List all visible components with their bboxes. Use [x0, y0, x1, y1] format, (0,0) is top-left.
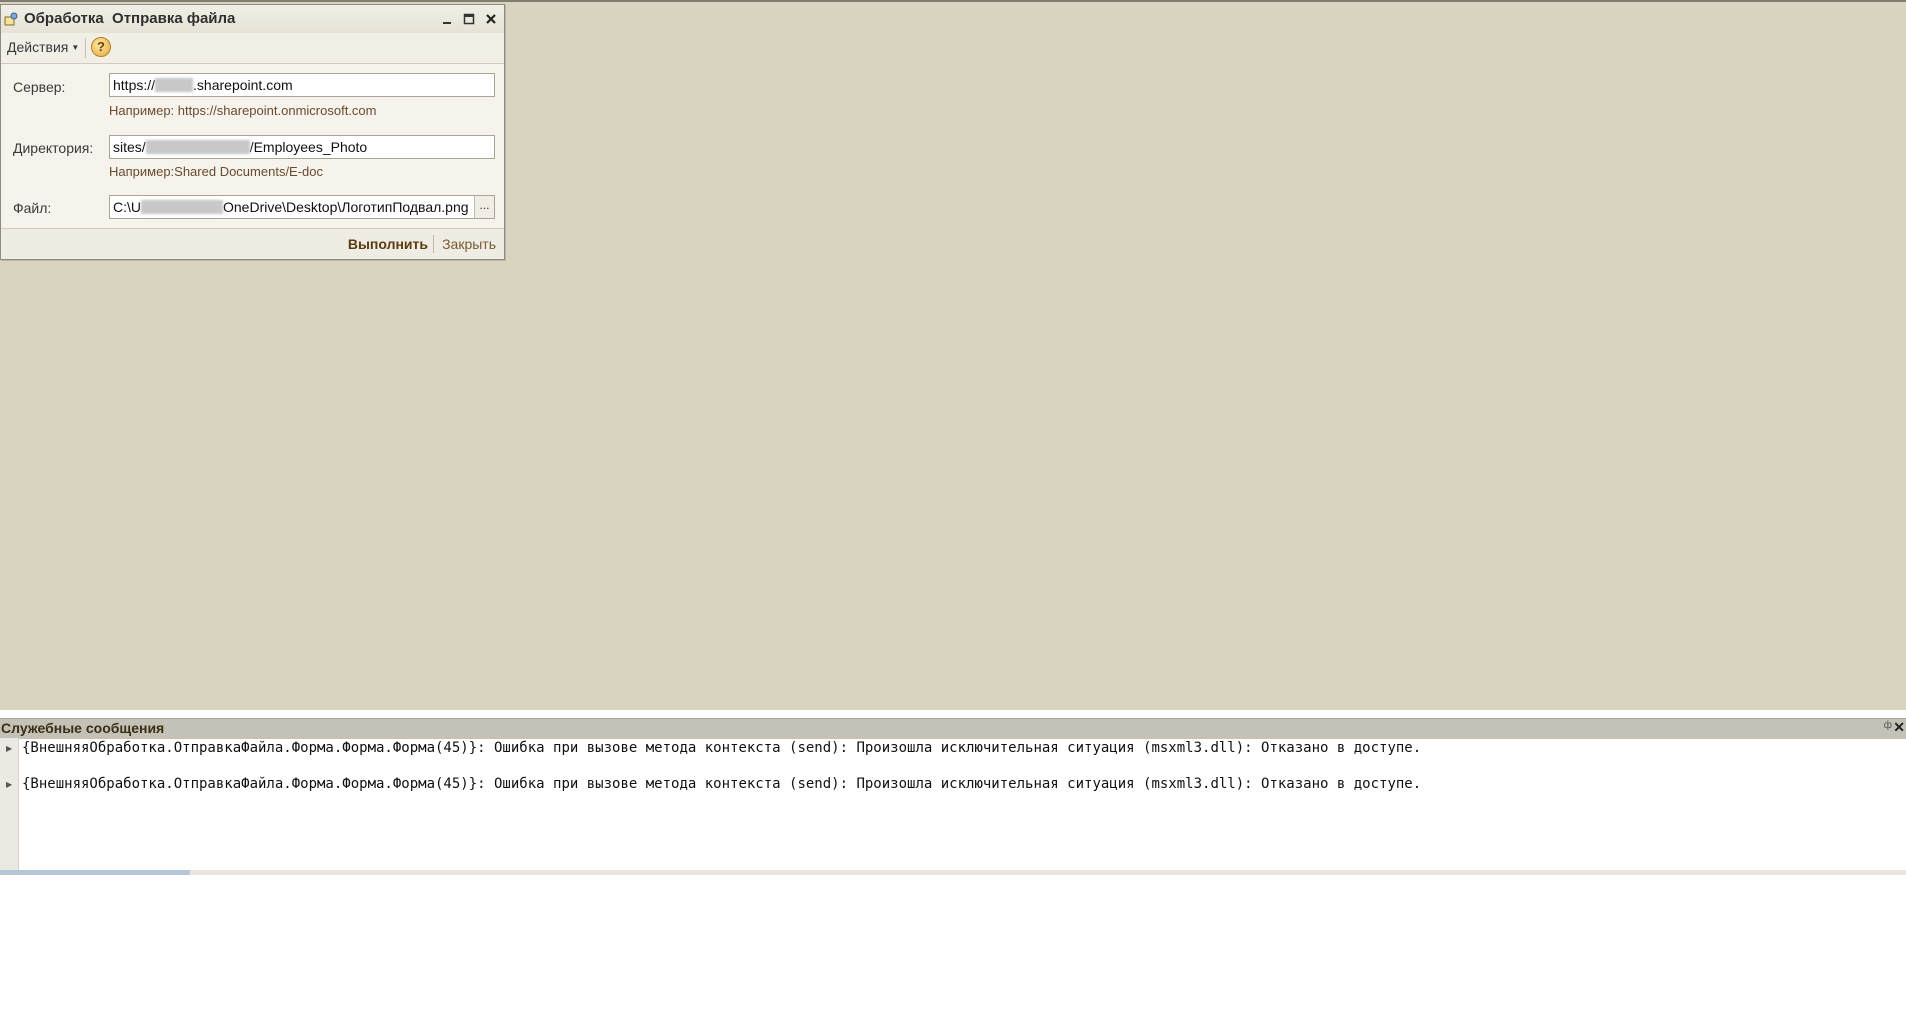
file-field[interactable]: C:\U OneDrive\Desktop\ЛоготипПодвал.png .…: [109, 195, 495, 219]
window-tab[interactable]: [0, 870, 190, 875]
redacted-region: [141, 200, 223, 214]
message-text: {ВнешняяОбработка.ОтправкаФайла.Форма.Фо…: [22, 740, 1422, 756]
close-button[interactable]: Закрыть: [442, 236, 496, 252]
main-workspace: Обработка Отправка файла Действия ▼ ? Сер…: [0, 0, 1906, 710]
messages-header: Служебные сообщения ф ✕: [0, 718, 1906, 739]
server-value-prefix: https://: [113, 77, 156, 93]
bottom-tab-strip: [0, 870, 1906, 875]
server-label: Сервер:: [13, 79, 66, 95]
messages-title: Служебные сообщения: [1, 720, 165, 736]
redacted-region: [155, 78, 194, 92]
help-button[interactable]: ?: [91, 37, 111, 57]
file-value-prefix: C:\U: [113, 199, 141, 215]
service-messages-panel: Служебные сообщения ф ✕ ▶ {ВнешняяОбрабо…: [0, 718, 1906, 870]
redacted-region: [145, 140, 250, 154]
file-label: Файл:: [13, 200, 52, 216]
directory-field[interactable]: sites/ /Employees_Photo: [109, 135, 495, 159]
minimize-icon[interactable]: [438, 11, 456, 27]
message-row[interactable]: ▶ {ВнешняяОбработка.ОтправкаФайла.Форма.…: [0, 776, 1906, 798]
actions-menu-label: Действия: [7, 39, 69, 55]
directory-hint: Например:Shared Documents/E-doc: [109, 164, 324, 179]
server-field[interactable]: https:// .sharepoint.com: [109, 73, 495, 97]
window-titlebar[interactable]: Обработка Отправка файла: [1, 5, 504, 34]
directory-value-prefix: sites/: [113, 139, 146, 155]
server-value-suffix: .sharepoint.com: [193, 77, 293, 93]
expand-arrow-icon[interactable]: ▶: [6, 744, 12, 753]
message-row[interactable]: ▶ {ВнешняяОбработка.ОтправкаФайла.Форма.…: [0, 740, 1906, 762]
actions-menu[interactable]: Действия ▼: [7, 39, 79, 55]
directory-value-suffix: /Employees_Photo: [249, 139, 368, 155]
close-icon[interactable]: ✕: [1893, 719, 1905, 736]
message-text: {ВнешняяОбработка.ОтправкаФайла.Форма.Фо…: [22, 776, 1422, 792]
chevron-down-icon: ▼: [71, 43, 80, 52]
server-hint: Например: https://sharepoint.onmicrosoft…: [109, 103, 377, 118]
window-title: Обработка Отправка файла: [24, 10, 236, 27]
run-button[interactable]: Выполнить: [348, 236, 428, 252]
form-footer: Выполнить Закрыть: [1, 228, 504, 259]
footer-divider: [433, 235, 434, 253]
processing-icon: [4, 12, 18, 26]
toolbar-divider: [85, 38, 86, 58]
file-value-suffix: OneDrive\Desktop\ЛоготипПодвал.png: [223, 199, 469, 215]
form-toolbar: Действия ▼ ?: [1, 33, 504, 64]
close-icon[interactable]: [482, 11, 500, 27]
pin-icon[interactable]: ф: [1884, 720, 1892, 731]
file-browse-button[interactable]: ...: [474, 196, 494, 218]
form-window: Обработка Отправка файла Действия ▼ ? Сер…: [0, 4, 505, 260]
directory-label: Директория:: [13, 140, 94, 156]
maximize-icon[interactable]: [460, 11, 478, 27]
expand-arrow-icon[interactable]: ▶: [6, 780, 12, 789]
